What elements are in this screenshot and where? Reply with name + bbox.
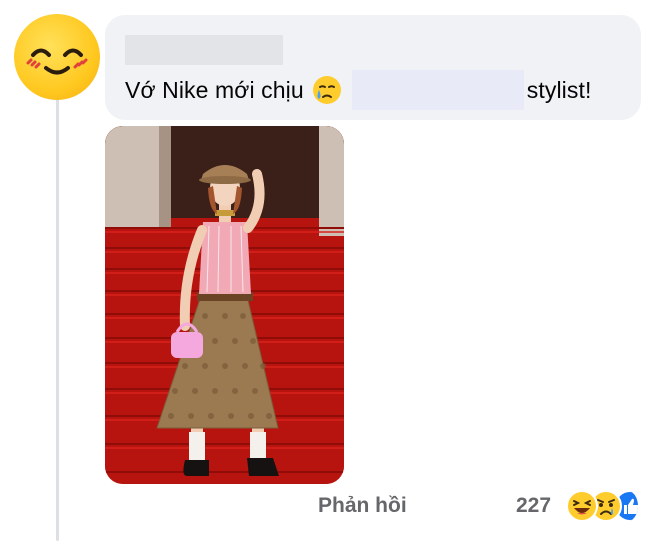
reaction-count[interactable]: 227	[516, 494, 551, 518]
comment-text: Vớ Nike mới chịu stylist!	[125, 70, 635, 110]
reaction-icons[interactable]	[566, 490, 645, 524]
comment-text-end: stylist!	[526, 76, 592, 103]
comment-bubble: Vớ Nike mới chịu stylist!	[105, 15, 641, 120]
comment-text-start: Vớ Nike mới chịu	[125, 76, 304, 103]
photo-woman-on-red-stairs	[105, 126, 344, 484]
avatar[interactable]	[14, 14, 100, 100]
attached-photo[interactable]	[105, 126, 344, 484]
comment-text-redacted	[351, 70, 524, 110]
smiling-blush-emoji-icon	[26, 48, 88, 75]
reply-link[interactable]: Phản hồi	[318, 494, 407, 518]
author-name-redacted[interactable]	[125, 35, 283, 65]
crying-face-emoji-icon	[312, 76, 341, 104]
thread-line	[56, 96, 59, 541]
haha-reaction-icon	[566, 490, 598, 522]
